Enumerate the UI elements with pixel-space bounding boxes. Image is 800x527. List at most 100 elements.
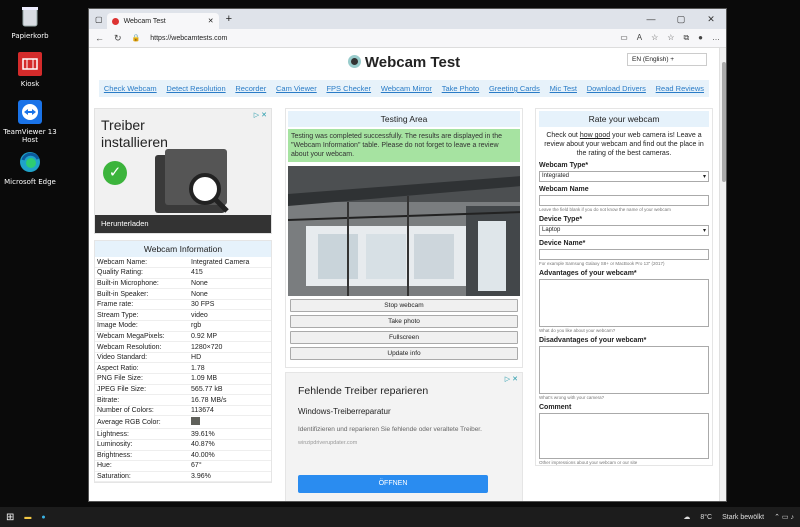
webcam-info-panel: Webcam Information Webcam Name: Integrate… [94,240,272,484]
webcam-name-input[interactable] [539,195,709,206]
ad-close-icon[interactable]: ▷ ✕ [254,111,267,119]
info-value: video [189,309,271,322]
favorite-icon[interactable]: ☆ [651,33,658,43]
avg-rgb-swatch [191,417,201,426]
nav-check-webcam[interactable]: Check Webcam [104,84,157,93]
profile-icon[interactable]: ● [698,33,703,43]
new-tab-icon[interactable]: + [226,13,232,25]
webcam-favicon-icon [111,17,119,25]
nav-recorder[interactable]: Recorder [235,84,266,93]
disadvantages-textarea[interactable] [539,346,709,394]
ad2-open-button[interactable]: ÖFFNEN [298,475,488,493]
info-value [189,415,271,430]
comment-textarea[interactable] [539,413,709,459]
driver-repair-ad[interactable]: ▷ ✕ Fehlende Treiber reparieren Windows-… [285,372,523,501]
tray-icons[interactable]: ⌃ ▭ ♪ [774,513,794,521]
read-aloud-icon[interactable]: A [637,33,642,43]
webcam-type-label: Webcam Type* [539,162,589,169]
info-row: Saturation: 3.96% [95,471,271,483]
nav-download-drivers[interactable]: Download Drivers [587,84,646,93]
info-key: Luminosity: [95,439,190,451]
language-select[interactable]: EN (English) + [627,53,707,66]
info-row: Bitrate: 16.78 MB/s [95,394,271,406]
url-field[interactable]: https://webcamtests.com [150,35,227,42]
ad-download-button[interactable]: Herunterladen [95,215,271,233]
info-key: Brightness: [95,450,190,462]
info-key: Video Standard: [95,352,190,364]
info-row: PNG File Size: 1.09 MB [95,373,271,385]
scrollbar-thumb[interactable] [722,62,726,182]
fullscreen-button[interactable]: Fullscreen [290,331,518,344]
favorites-icon[interactable]: ☆ [667,33,674,43]
lock-icon[interactable]: 🔒 [132,34,141,42]
comment-hint: Other impressions about your webcam or o… [539,460,638,465]
webcam-video [288,166,520,296]
stop-webcam-button[interactable]: Stop webcam [290,299,518,312]
tab-title: Webcam Test [123,17,166,25]
info-key: Hue: [95,460,190,472]
info-title: Webcam Information [95,241,271,257]
checkmark-icon: ✓ [103,161,127,185]
device-name-input[interactable] [539,249,709,260]
info-row: Brightness: 40.00% [95,450,271,462]
info-key: PNG File Size: [95,373,190,385]
desktop-icon-recycle-bin[interactable]: Papierkorb [2,4,58,40]
advantages-textarea[interactable] [539,279,709,327]
desktop-icon-teamviewer[interactable]: TeamViewer 13 Host [2,100,58,144]
refresh-icon[interactable]: ↻ [114,33,122,44]
nav-fps-checker[interactable]: FPS Checker [326,84,371,93]
nav-webcam-mirror[interactable]: Webcam Mirror [381,84,432,93]
weather-text: Stark bewölkt [722,513,765,521]
disadvantages-label: Disadvantages of your webcam* [539,337,647,344]
info-value: 565.77 kB [189,384,271,396]
back-icon[interactable]: ← [95,33,104,43]
info-value: 0.92 MP [189,331,271,343]
info-key: Bitrate: [95,394,190,406]
webcam-type-select[interactable]: Integrated ▾ [539,171,709,182]
close-tab-icon[interactable]: ✕ [208,17,214,25]
desktop-icon-label: Papierkorb [11,32,49,40]
nav-mic-test[interactable]: Mic Test [550,84,577,93]
info-value: 1.78 [189,362,271,375]
device-type-select[interactable]: Laptop ▾ [539,225,709,236]
info-key: Webcam Resolution: [95,341,190,353]
info-value: 1.09 MB [189,373,271,385]
windows-start-icon[interactable]: ⊞ [6,512,14,523]
camera-permission-icon[interactable]: ▭ [620,33,628,43]
nav-greeting-cards[interactable]: Greeting Cards [489,84,540,93]
chevron-down-icon: ▾ [702,174,706,180]
info-row: Video Standard: HD [95,352,271,364]
ad2-body: Identifizieren und reparieren Sie fehlen… [298,426,482,433]
nav-read-reviews[interactable]: Read Reviews [656,84,704,93]
info-row: Stream Type: video [95,309,271,322]
desktop-icon-kiosk[interactable]: Kiosk [2,52,58,88]
file-explorer-icon[interactable]: ▬ [24,514,31,521]
info-key: Quality Rating: [95,267,190,279]
close-window-icon[interactable]: ✕ [696,14,726,25]
more-icon[interactable]: … [712,33,720,43]
webcam-name-hint: Leave the field blank if you do not know… [539,207,671,212]
edge-taskbar-icon[interactable]: ● [41,514,45,521]
collections-icon[interactable]: ⧉ [683,33,689,43]
desktop-icon-edge[interactable]: Microsoft Edge [2,150,58,186]
info-row: Number of Colors: 113674 [95,405,271,417]
minimize-icon[interactable]: — [636,14,666,25]
desktop-icon-label: Microsoft Edge [4,178,56,186]
nav-take-photo[interactable]: Take Photo [442,84,480,93]
device-name-label: Device Name* [539,240,586,247]
kiosk-icon [18,52,42,76]
info-key: Lightness: [95,428,190,440]
take-photo-button[interactable]: Take photo [290,315,518,328]
info-value: 67° [189,460,271,472]
nav-detect-resolution[interactable]: Detect Resolution [166,84,225,93]
nav-cam-viewer[interactable]: Cam Viewer [276,84,317,93]
teamviewer-icon [18,100,42,124]
how-good-link[interactable]: how good [580,132,610,139]
update-info-button[interactable]: Update info [290,347,518,360]
browser-tab[interactable]: Webcam Test ✕ [106,13,219,29]
maximize-icon[interactable]: ▢ [666,14,696,25]
driver-ad[interactable]: Treiber installieren ✓ ▷ ✕ Herunterladen [94,108,272,234]
tab-actions-icon[interactable]: ▢ [95,15,103,24]
page-scrollbar[interactable] [719,48,726,501]
ad-close-icon[interactable]: ▷ ✕ [505,375,518,383]
